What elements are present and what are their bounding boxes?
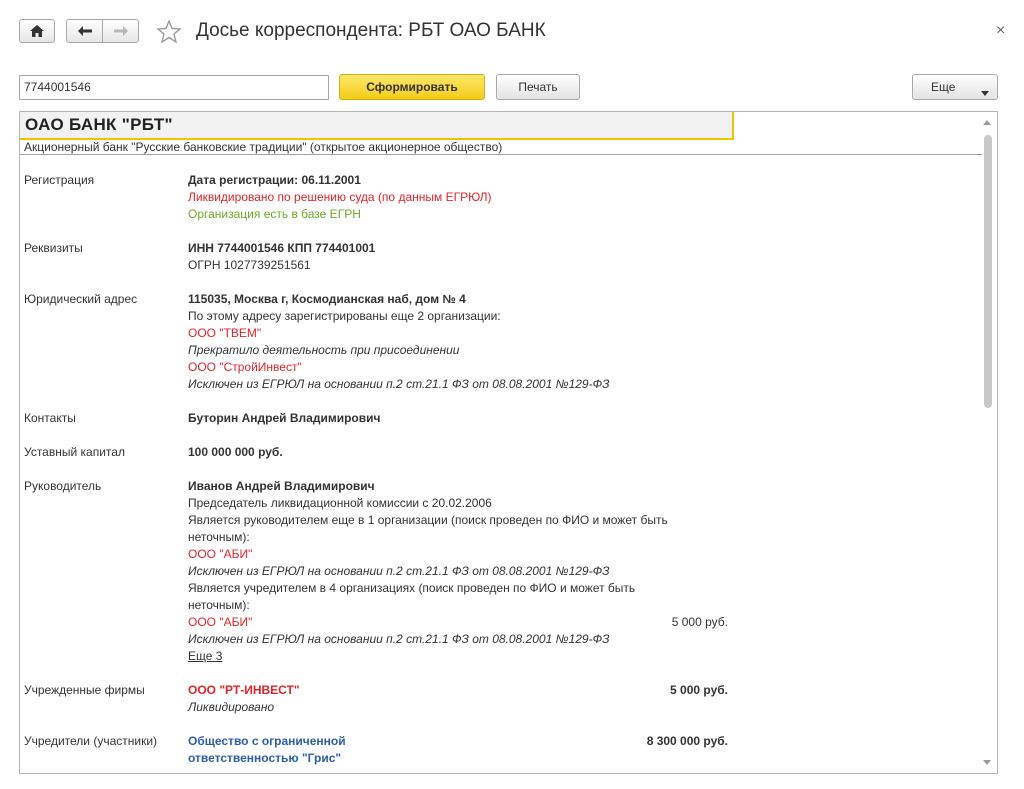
vertical-scrollbar[interactable] bbox=[982, 114, 996, 771]
founded-firms-label: Учрежденные фирмы bbox=[24, 683, 145, 697]
head-note-line-1: Является руководителем еще в 1 организац… bbox=[188, 513, 668, 527]
org-name-header: ОАО БАНК "РБТ" bbox=[20, 112, 734, 140]
head-position: Председатель ликвидационной комиссии с 2… bbox=[188, 496, 492, 510]
more-orgs-link[interactable]: Еще 3 bbox=[188, 649, 222, 663]
forward-button[interactable] bbox=[102, 19, 139, 43]
home-icon bbox=[30, 25, 44, 37]
ogrn-value: ОГРН 1027739251561 bbox=[188, 258, 311, 272]
favorite-star-button[interactable] bbox=[156, 19, 182, 46]
head-org-link[interactable]: ООО "АБИ" bbox=[188, 547, 252, 561]
capital-label: Уставный капитал bbox=[24, 445, 125, 459]
legal-address-value: 115035, Москва г, Космодианская наб, дом… bbox=[188, 292, 466, 306]
contacts-label: Контакты bbox=[24, 411, 76, 425]
print-button-label: Печать bbox=[518, 80, 558, 94]
founder-note-line-1: Является учредителем в 4 организациях (п… bbox=[188, 581, 636, 595]
generate-button-label: Сформировать bbox=[366, 80, 458, 94]
more-menu-button[interactable]: Еще bbox=[912, 74, 998, 100]
home-button[interactable] bbox=[19, 19, 55, 43]
back-button[interactable] bbox=[66, 19, 103, 43]
close-icon[interactable]: × bbox=[996, 22, 1005, 40]
inn-kpp-value: ИНН 7744001546 КПП 774401001 bbox=[188, 241, 376, 255]
founders-label: Учредители (участники) bbox=[24, 734, 158, 748]
founded-firm-link[interactable]: ООО "РТ-ИНВЕСТ" bbox=[188, 683, 300, 697]
founder-company-link-line-2[interactable]: ответственностью "Грис" bbox=[188, 751, 341, 765]
founded-firm-amount: 5 000 руб. bbox=[670, 683, 728, 697]
inn-search-input[interactable]: 7744001546 bbox=[19, 75, 329, 100]
head-label: Руководитель bbox=[24, 479, 102, 493]
contacts-value: Буторин Андрей Владимирович bbox=[188, 411, 381, 425]
arrow-left-icon bbox=[77, 26, 92, 36]
print-button[interactable]: Печать bbox=[496, 74, 580, 100]
egrn-status: Организация есть в базе ЕГРН bbox=[188, 207, 361, 221]
address-other-orgs-note: По этому адресу зарегистрированы еще 2 о… bbox=[188, 309, 501, 323]
head-org-note: Исключен из ЕГРЮЛ на основании п.2 ст.21… bbox=[188, 564, 610, 578]
requisites-label: Реквизиты bbox=[24, 241, 83, 255]
org-full-name: Акционерный банк "Русские банковские тра… bbox=[24, 140, 503, 154]
founder-company-link-line-1[interactable]: Общество с ограниченной bbox=[188, 734, 346, 748]
window-title: Досье корреспондента: РБТ ОАО БАНК bbox=[196, 20, 546, 41]
more-button-label: Еще bbox=[931, 80, 956, 94]
legal-address-label: Юридический адрес bbox=[24, 292, 138, 306]
head-note-line-2: неточным): bbox=[188, 530, 250, 544]
registration-label: Регистрация bbox=[24, 173, 95, 187]
founder-org-note: Исключен из ЕГРЮЛ на основании п.2 ст.21… bbox=[188, 632, 610, 646]
address-org-link-2[interactable]: ООО "СтройИнвест" bbox=[188, 360, 302, 374]
address-org-note-1: Прекратило деятельность при присоединени… bbox=[188, 343, 460, 357]
capital-value: 100 000 000 руб. bbox=[188, 445, 283, 459]
founded-firm-status: Ликвидировано bbox=[188, 700, 275, 714]
generate-button[interactable]: Сформировать bbox=[339, 74, 485, 100]
dossier-report: ОАО БАНК "РБТ" Акционерный банк "Русские… bbox=[19, 111, 998, 774]
founder-company-amount: 8 300 000 руб. bbox=[646, 734, 728, 748]
registration-date: Дата регистрации: 06.11.2001 bbox=[188, 173, 361, 187]
dropdown-arrow-icon bbox=[981, 85, 989, 99]
scroll-up-icon[interactable] bbox=[983, 120, 991, 125]
founder-org-link[interactable]: ООО "АБИ" bbox=[188, 615, 252, 629]
star-icon bbox=[156, 19, 182, 46]
head-name: Иванов Андрей Владимирович bbox=[188, 479, 375, 493]
header-divider bbox=[20, 154, 982, 155]
founder-org-amount: 5 000 руб. bbox=[671, 615, 728, 629]
founder-note-line-2: неточным): bbox=[188, 598, 250, 612]
org-short-name: ОАО БАНК "РБТ" bbox=[25, 115, 173, 134]
arrow-right-icon bbox=[113, 26, 128, 36]
address-org-link-1[interactable]: ООО "ТВЕМ" bbox=[188, 326, 261, 340]
liquidation-status: Ликвидировано по решению суда (по данным… bbox=[188, 190, 492, 204]
scrollbar-thumb[interactable] bbox=[984, 135, 992, 408]
address-org-note-2: Исключен из ЕГРЮЛ на основании п.2 ст.21… bbox=[188, 377, 610, 391]
scroll-down-icon[interactable] bbox=[983, 760, 991, 765]
